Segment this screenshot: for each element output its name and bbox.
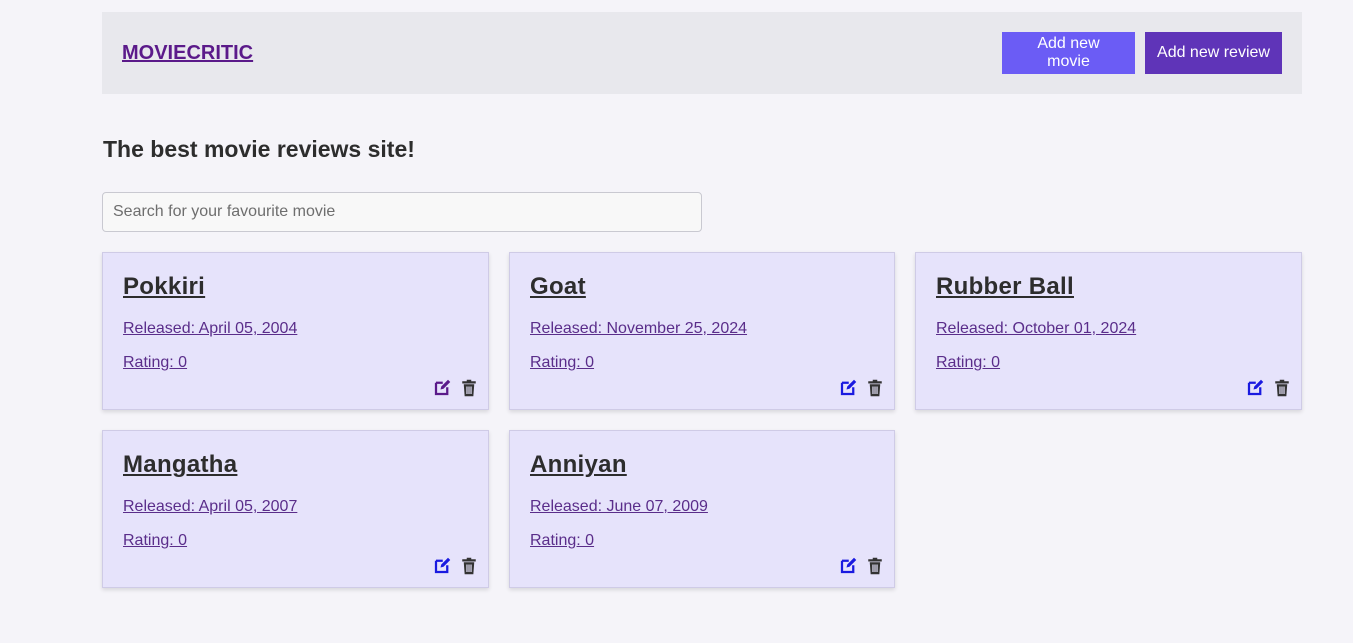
movie-card: Rubber Ball Released: October 01, 2024 R… xyxy=(915,252,1302,410)
edit-icon[interactable] xyxy=(433,379,451,397)
movie-card: Mangatha Released: April 05, 2007 Rating… xyxy=(102,430,489,588)
rating-link[interactable]: Rating: 0 xyxy=(936,353,1281,373)
trash-icon[interactable] xyxy=(460,379,478,397)
page-title: The best movie reviews site! xyxy=(103,136,415,162)
page-container: MOVIECRITIC Add new movie Add new review… xyxy=(102,0,1302,588)
release-date-link[interactable]: Released: October 01, 2024 xyxy=(936,319,1281,339)
trash-icon[interactable] xyxy=(460,557,478,575)
nav-buttons: Add new movie Add new review xyxy=(1002,32,1282,74)
card-actions xyxy=(839,557,884,575)
card-actions xyxy=(433,379,478,397)
card-actions xyxy=(839,379,884,397)
movie-card: Anniyan Released: June 07, 2009 Rating: … xyxy=(509,430,895,588)
release-date-link[interactable]: Released: June 07, 2009 xyxy=(530,497,874,517)
rating-link[interactable]: Rating: 0 xyxy=(123,353,468,373)
add-review-button[interactable]: Add new review xyxy=(1145,32,1282,74)
search-input[interactable] xyxy=(102,192,702,232)
brand-link[interactable]: MOVIECRITIC xyxy=(122,42,253,65)
movie-title[interactable]: Pokkiri xyxy=(123,273,205,301)
edit-icon[interactable] xyxy=(433,557,451,575)
rating-link[interactable]: Rating: 0 xyxy=(123,531,468,551)
card-actions xyxy=(433,557,478,575)
movie-title[interactable]: Goat xyxy=(530,273,586,301)
release-date-link[interactable]: Released: April 05, 2004 xyxy=(123,319,468,339)
rating-link[interactable]: Rating: 0 xyxy=(530,353,874,373)
movie-grid: Pokkiri Released: April 05, 2004 Rating:… xyxy=(102,252,1302,588)
edit-icon[interactable] xyxy=(839,379,857,397)
add-movie-button[interactable]: Add new movie xyxy=(1002,32,1135,74)
trash-icon[interactable] xyxy=(1273,379,1291,397)
movie-title[interactable]: Mangatha xyxy=(123,451,237,479)
movie-card: Goat Released: November 25, 2024 Rating:… xyxy=(509,252,895,410)
navbar: MOVIECRITIC Add new movie Add new review xyxy=(102,12,1302,94)
edit-icon[interactable] xyxy=(1246,379,1264,397)
trash-icon[interactable] xyxy=(866,379,884,397)
release-date-link[interactable]: Released: November 25, 2024 xyxy=(530,319,874,339)
trash-icon[interactable] xyxy=(866,557,884,575)
movie-title[interactable]: Rubber Ball xyxy=(936,273,1074,301)
rating-link[interactable]: Rating: 0 xyxy=(530,531,874,551)
card-actions xyxy=(1246,379,1291,397)
release-date-link[interactable]: Released: April 05, 2007 xyxy=(123,497,468,517)
edit-icon[interactable] xyxy=(839,557,857,575)
movie-title[interactable]: Anniyan xyxy=(530,451,627,479)
movie-card: Pokkiri Released: April 05, 2004 Rating:… xyxy=(102,252,489,410)
